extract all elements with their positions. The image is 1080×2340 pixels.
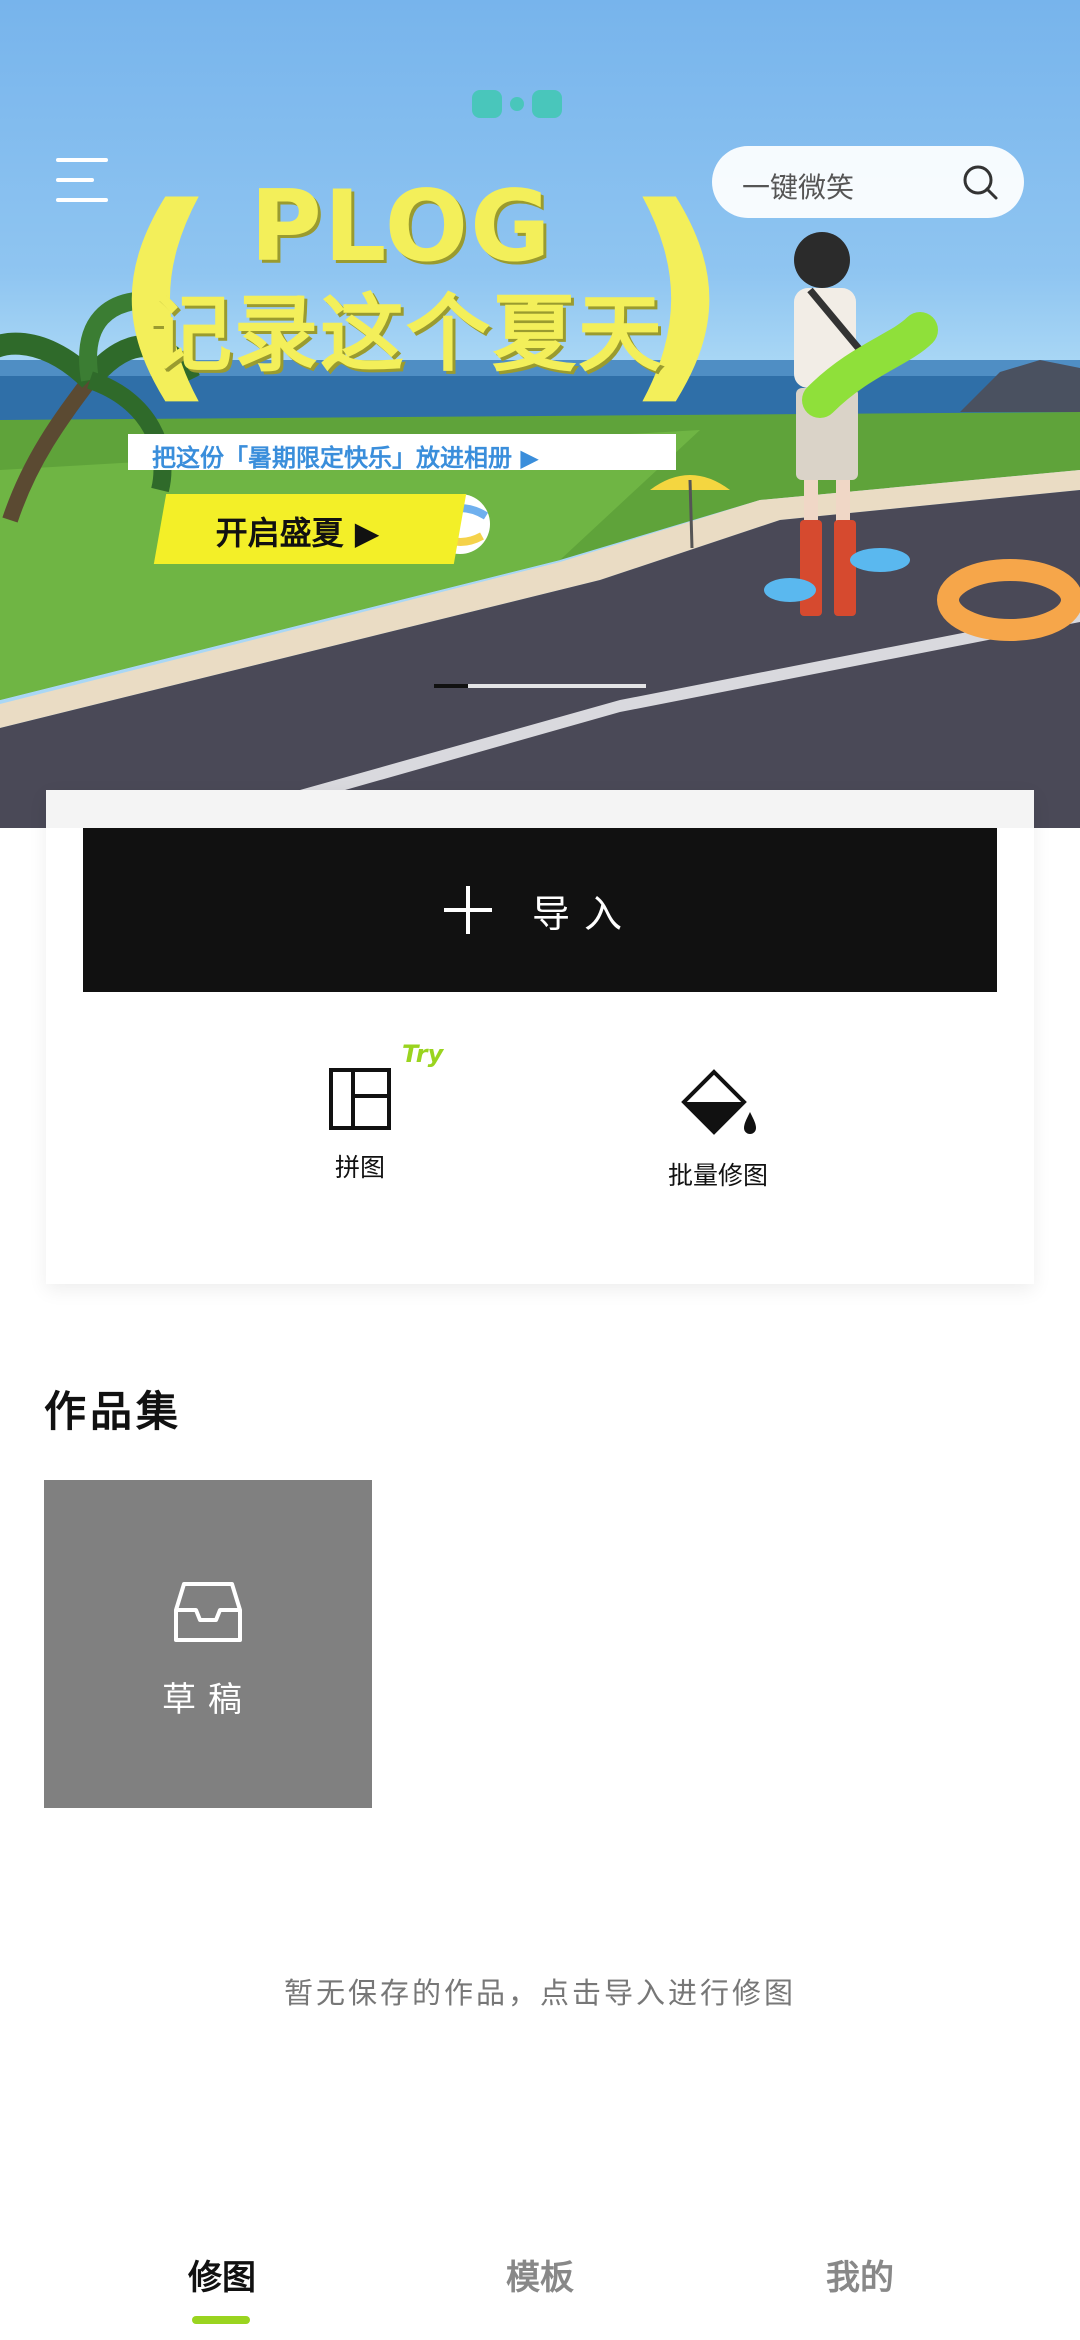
search-placeholder: 一键微笑 (742, 171, 855, 204)
batch-edit-icon (681, 1069, 756, 1135)
batch-edit-label: 批量修图 (667, 1161, 768, 1190)
collage-label: 拼图 (334, 1153, 385, 1182)
draft-label: 草稿 (162, 1680, 254, 1720)
active-tab-indicator (192, 2316, 250, 2324)
app-logo (472, 88, 612, 120)
batch-edit-tool[interactable]: 批量修图 (618, 1068, 818, 1192)
promo-banner[interactable]: ( ) PLOG 记录这个夏天 把这份「暑期限定快乐」放进相册 ▶ 开启盛夏 ▶ (0, 0, 1080, 828)
banner-cta-label: 开启盛夏 ▶ (215, 514, 380, 552)
tab-templates[interactable]: 模板 (440, 2250, 640, 2299)
carousel-indicator-active (434, 684, 468, 688)
tab-profile[interactable]: 我的 (760, 2250, 960, 2299)
banner-headline-en: PLOG (250, 170, 553, 284)
import-button[interactable]: 导入 (83, 828, 997, 992)
menu-icon-bar (56, 198, 108, 202)
menu-button[interactable] (56, 158, 108, 202)
empty-state-text: 暂无保存的作品，点击导入进行修图 (283, 1976, 796, 2010)
logo-mark-small (510, 97, 524, 111)
menu-icon-bar (56, 158, 108, 162)
draft-tile[interactable] (44, 1480, 372, 1808)
try-badge: Try (402, 1040, 444, 1068)
banner-cta-button[interactable]: 开启盛夏 ▶ (153, 494, 467, 564)
search-bar[interactable]: 一键微笑 (712, 146, 1024, 218)
logo-mark (472, 90, 502, 118)
tab-edit[interactable]: 修图 (122, 2250, 322, 2299)
collage-tool[interactable]: 拼图 (260, 1068, 460, 1184)
search-icon[interactable] (960, 162, 1000, 202)
menu-icon-bar (56, 178, 94, 182)
inbox-icon (174, 1582, 242, 1642)
banner-subline: 把这份「暑期限定快乐」放进相册 ▶ (128, 434, 676, 472)
collage-icon (329, 1068, 391, 1130)
carousel-indicator (434, 684, 646, 688)
gallery-title: 作品集 (44, 1387, 183, 1436)
logo-mark (532, 90, 562, 118)
banner-headline-cn: 记录这个夏天 (148, 285, 665, 383)
import-label: 导入 (531, 891, 636, 936)
banner-subline-text: 把这份「暑期限定快乐」放进相册 ▶ (152, 444, 539, 472)
plus-icon (443, 886, 492, 934)
